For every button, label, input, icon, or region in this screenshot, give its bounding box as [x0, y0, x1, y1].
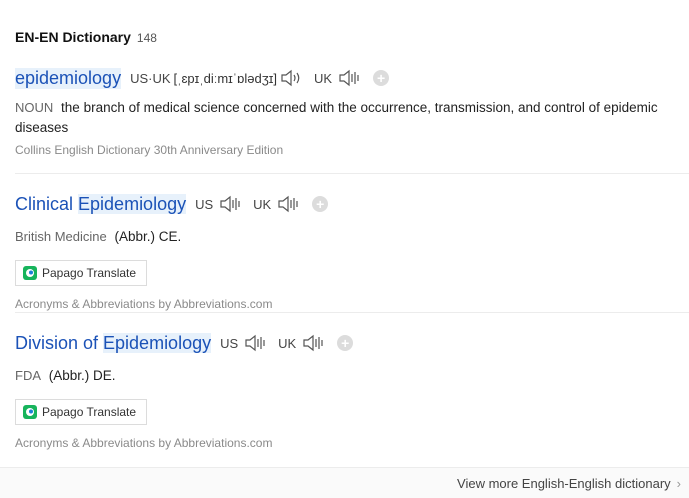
entry-epidemiology: epidemiology US·UK [ˌɛpɪˌdiːmɪˈɒlədʒɪ] U… [15, 66, 689, 157]
entry-word-link[interactable]: Clinical Epidemiology [15, 193, 187, 215]
pronunciation-us: US [195, 195, 243, 213]
pronunciation-us-uk: US·UK [ˌɛpɪˌdiːmɪˈɒlədʒɪ] [130, 69, 304, 87]
word-part: Clinical [15, 193, 79, 214]
view-more-label: View more English-English dictionary [457, 476, 671, 491]
result-count: 148 [136, 31, 157, 45]
dictionary-source[interactable]: Acronyms & Abbreviations by Abbreviation… [15, 436, 689, 450]
part-of-speech: NOUN [15, 100, 54, 115]
pron-ipa: [ˌɛpɪˌdiːmɪˈɒlədʒɪ] [173, 70, 278, 86]
entry-word-link[interactable]: epidemiology [15, 67, 122, 89]
entry-division-of-epidemiology: Division of Epidemiology US UK + FDA (Ab… [15, 331, 689, 450]
add-wordbook-plus-icon[interactable]: + [312, 196, 329, 212]
chevron-right-icon: › [676, 476, 681, 491]
abbreviation-text: (Abbr.) DE. [48, 368, 116, 383]
pron-label: US [220, 335, 239, 351]
word-highlight: Epidemiology [78, 193, 187, 214]
speaker-icon[interactable] [219, 195, 243, 213]
papago-translate-label: Papago Translate [42, 405, 137, 419]
view-more-link[interactable]: View more English-English dictionary › [457, 476, 681, 491]
dictionary-title: EN-EN Dictionary [15, 29, 131, 45]
speaker-icon[interactable] [302, 334, 326, 352]
papago-logo-icon [23, 266, 37, 280]
dictionary-header: EN-EN Dictionary 148 [15, 29, 157, 45]
pron-label: US [195, 196, 214, 212]
entry-word-link[interactable]: Division of Epidemiology [15, 332, 212, 354]
papago-translate-button[interactable]: Papago Translate [15, 260, 148, 286]
pron-label: US·UK [130, 70, 171, 86]
add-wordbook-plus-icon[interactable]: + [373, 70, 390, 86]
pronunciation-uk: UK [253, 195, 301, 213]
divider [15, 312, 689, 313]
divider [15, 173, 689, 174]
dictionary-source[interactable]: Acronyms & Abbreviations by Abbreviation… [15, 297, 689, 311]
pronunciation-uk: UK [314, 69, 362, 87]
speaker-icon[interactable] [277, 195, 301, 213]
pron-label: UK [253, 196, 272, 212]
papago-translate-label: Papago Translate [42, 266, 137, 280]
definition: British Medicine (Abbr.) CE. [15, 227, 689, 247]
word-highlight: Epidemiology [103, 332, 212, 353]
word-part: Division of [15, 332, 104, 353]
definition: NOUN the branch of medical science conce… [15, 98, 689, 138]
speaker-icon[interactable] [280, 69, 304, 87]
abbreviation-text: (Abbr.) CE. [114, 229, 182, 244]
entry-clinical-epidemiology: Clinical Epidemiology US UK + British Me… [15, 192, 689, 311]
pron-label: UK [278, 335, 297, 351]
definition: FDA (Abbr.) DE. [15, 366, 689, 386]
pronunciation-uk: UK [278, 334, 326, 352]
papago-translate-button[interactable]: Papago Translate [15, 399, 148, 425]
footer-bar: View more English-English dictionary › [0, 467, 689, 498]
speaker-icon[interactable] [244, 334, 268, 352]
papago-logo-icon [23, 405, 37, 419]
pronunciation-us: US [220, 334, 268, 352]
speaker-icon[interactable] [338, 69, 362, 87]
domain-label: British Medicine [15, 229, 107, 244]
dictionary-source[interactable]: Collins English Dictionary 30th Annivers… [15, 143, 689, 157]
definition-text: the branch of medical science concerned … [15, 100, 658, 135]
add-wordbook-plus-icon[interactable]: + [337, 335, 354, 351]
domain-label: FDA [15, 368, 41, 383]
pron-label: UK [314, 70, 333, 86]
